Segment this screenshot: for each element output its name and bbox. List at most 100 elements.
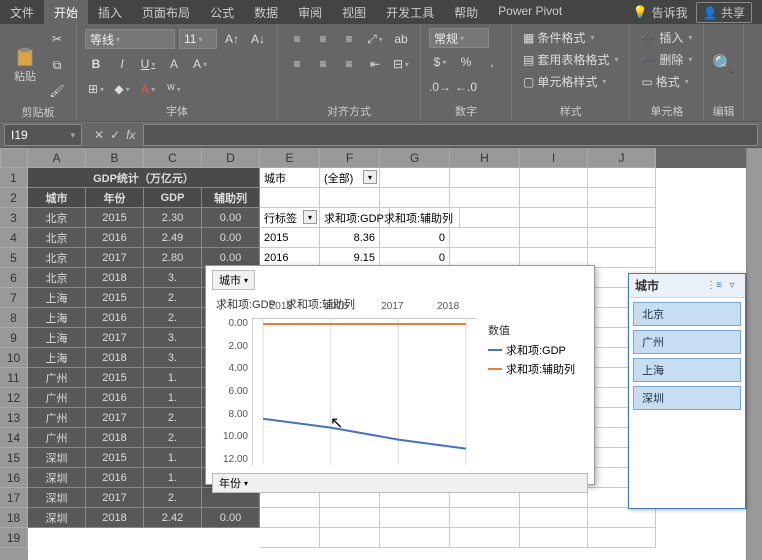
cell[interactable]: 2.	[144, 408, 202, 428]
cut-button[interactable]: ✂	[46, 28, 68, 50]
cell[interactable]: 2015	[86, 288, 144, 308]
row-header[interactable]: 5	[0, 248, 28, 268]
align-right-button[interactable]: ≡	[338, 53, 360, 75]
table-format-button[interactable]: ▤套用表格格式	[520, 50, 621, 69]
cell[interactable]	[450, 228, 520, 248]
cell[interactable]	[450, 508, 520, 528]
decrease-font-button[interactable]: A↓	[247, 28, 269, 50]
cell[interactable]: 深圳	[28, 448, 86, 468]
font-color-button[interactable]: A	[137, 78, 159, 100]
cell[interactable]: 深圳	[28, 488, 86, 508]
cell[interactable]	[380, 188, 450, 208]
cell[interactable]: 2015	[260, 228, 320, 248]
copy-button[interactable]: ⧉	[46, 54, 68, 76]
col-header-A[interactable]: A	[28, 148, 86, 168]
row-header[interactable]: 2	[0, 188, 28, 208]
cell[interactable]	[520, 168, 588, 188]
cell[interactable]: 北京	[28, 248, 86, 268]
cell[interactable]: 上海	[28, 348, 86, 368]
cell[interactable]: 城市	[260, 168, 320, 188]
tab-help[interactable]: 帮助	[444, 0, 488, 24]
tab-powerpivot[interactable]: Power Pivot	[488, 0, 572, 24]
row-header[interactable]: 4	[0, 228, 28, 248]
multi-select-icon[interactable]: ⋮≡	[707, 279, 721, 293]
cell[interactable]	[520, 208, 588, 228]
cell[interactable]: 2018	[86, 268, 144, 288]
indent-dec-button[interactable]: ⇤	[364, 53, 386, 75]
cell[interactable]: 北京	[28, 268, 86, 288]
tab-review[interactable]: 审阅	[288, 0, 332, 24]
name-box[interactable]: I19 ▾	[4, 124, 82, 146]
cell[interactable]: 北京	[28, 208, 86, 228]
tab-data[interactable]: 数据	[244, 0, 288, 24]
conditional-format-button[interactable]: ▦条件格式	[520, 28, 621, 47]
cell[interactable]: 上海	[28, 288, 86, 308]
underline-button[interactable]: U	[137, 53, 159, 75]
col-header-F[interactable]: F	[320, 148, 380, 168]
cell[interactable]: 2017	[86, 408, 144, 428]
row-header[interactable]: 11	[0, 368, 28, 388]
font-effect2-button[interactable]: A	[189, 53, 211, 75]
vertical-scrollbar[interactable]	[746, 148, 762, 560]
cell[interactable]: 2018	[86, 428, 144, 448]
row-header[interactable]: 13	[0, 408, 28, 428]
cell[interactable]	[320, 188, 380, 208]
cell[interactable]	[260, 508, 320, 528]
cell[interactable]	[588, 248, 656, 268]
slicer-item[interactable]: 广州	[633, 330, 741, 354]
cell[interactable]	[380, 528, 450, 548]
cell[interactable]: 2.	[144, 428, 202, 448]
cell[interactable]: 2.49	[144, 228, 202, 248]
cell[interactable]: 2018	[86, 348, 144, 368]
percent-button[interactable]: %	[455, 51, 477, 73]
inc-decimal-button[interactable]: .0→	[429, 76, 451, 98]
cell[interactable]: 2016	[86, 308, 144, 328]
align-left-button[interactable]: ≡	[286, 53, 308, 75]
cell[interactable]	[520, 528, 588, 548]
col-header-H[interactable]: H	[450, 148, 520, 168]
number-format[interactable]: 常规	[429, 28, 489, 48]
chart-filter-button[interactable]: 城市▾	[212, 270, 255, 290]
row-header[interactable]: 1	[0, 168, 28, 188]
font-effect-button[interactable]: A	[163, 53, 185, 75]
tab-insert[interactable]: 插入	[88, 0, 132, 24]
cancel-formula-button[interactable]: ✕	[94, 128, 104, 142]
slicer-item[interactable]: 深圳	[633, 386, 741, 410]
tab-dev[interactable]: 开发工具	[376, 0, 444, 24]
clear-filter-icon[interactable]: ▿	[725, 279, 739, 293]
cell[interactable]: 1.	[144, 388, 202, 408]
cell[interactable]	[520, 228, 588, 248]
share-button[interactable]: 👤 共享	[696, 2, 752, 23]
select-all-corner[interactable]	[0, 148, 28, 168]
align-top-button[interactable]: ≡	[286, 28, 308, 50]
row-header[interactable]: 8	[0, 308, 28, 328]
cell[interactable]	[450, 528, 520, 548]
cell[interactable]: 0	[380, 228, 450, 248]
chart-plot-area[interactable]: 2015201620172018	[252, 318, 476, 465]
wrap-button[interactable]: ab	[390, 28, 412, 50]
cell[interactable]	[588, 508, 656, 528]
cell[interactable]	[320, 528, 380, 548]
accept-formula-button[interactable]: ✓	[110, 128, 120, 142]
cell[interactable]: 2.42	[144, 508, 202, 528]
bold-button[interactable]: B	[85, 53, 107, 75]
cell[interactable]: 求和项:辅助列	[380, 208, 460, 228]
fx-button[interactable]: fx	[126, 128, 135, 142]
cell[interactable]: 2015	[86, 448, 144, 468]
chart-axis-button[interactable]: 年份▾	[212, 473, 588, 493]
cell[interactable]	[588, 208, 656, 228]
row-header[interactable]: 16	[0, 468, 28, 488]
row-header[interactable]: 7	[0, 288, 28, 308]
phonetic-button[interactable]: ᵂ	[163, 78, 185, 100]
format-cells-button[interactable]: ▭格式	[638, 72, 695, 91]
cell[interactable]: (全部)▾	[320, 168, 380, 188]
row-header[interactable]: 10	[0, 348, 28, 368]
row-header[interactable]: 3	[0, 208, 28, 228]
slicer[interactable]: 城市 ⋮≡ ▿ 北京广州上海深圳	[628, 273, 746, 509]
pivot-filter-dropdown[interactable]: ▾	[363, 170, 377, 184]
font-size[interactable]: 11	[179, 29, 217, 49]
delete-cells-button[interactable]: ➖删除	[638, 50, 695, 69]
cell[interactable]: 2015	[86, 208, 144, 228]
cell[interactable]: 2.	[144, 488, 202, 508]
row-header[interactable]: 17	[0, 488, 28, 508]
